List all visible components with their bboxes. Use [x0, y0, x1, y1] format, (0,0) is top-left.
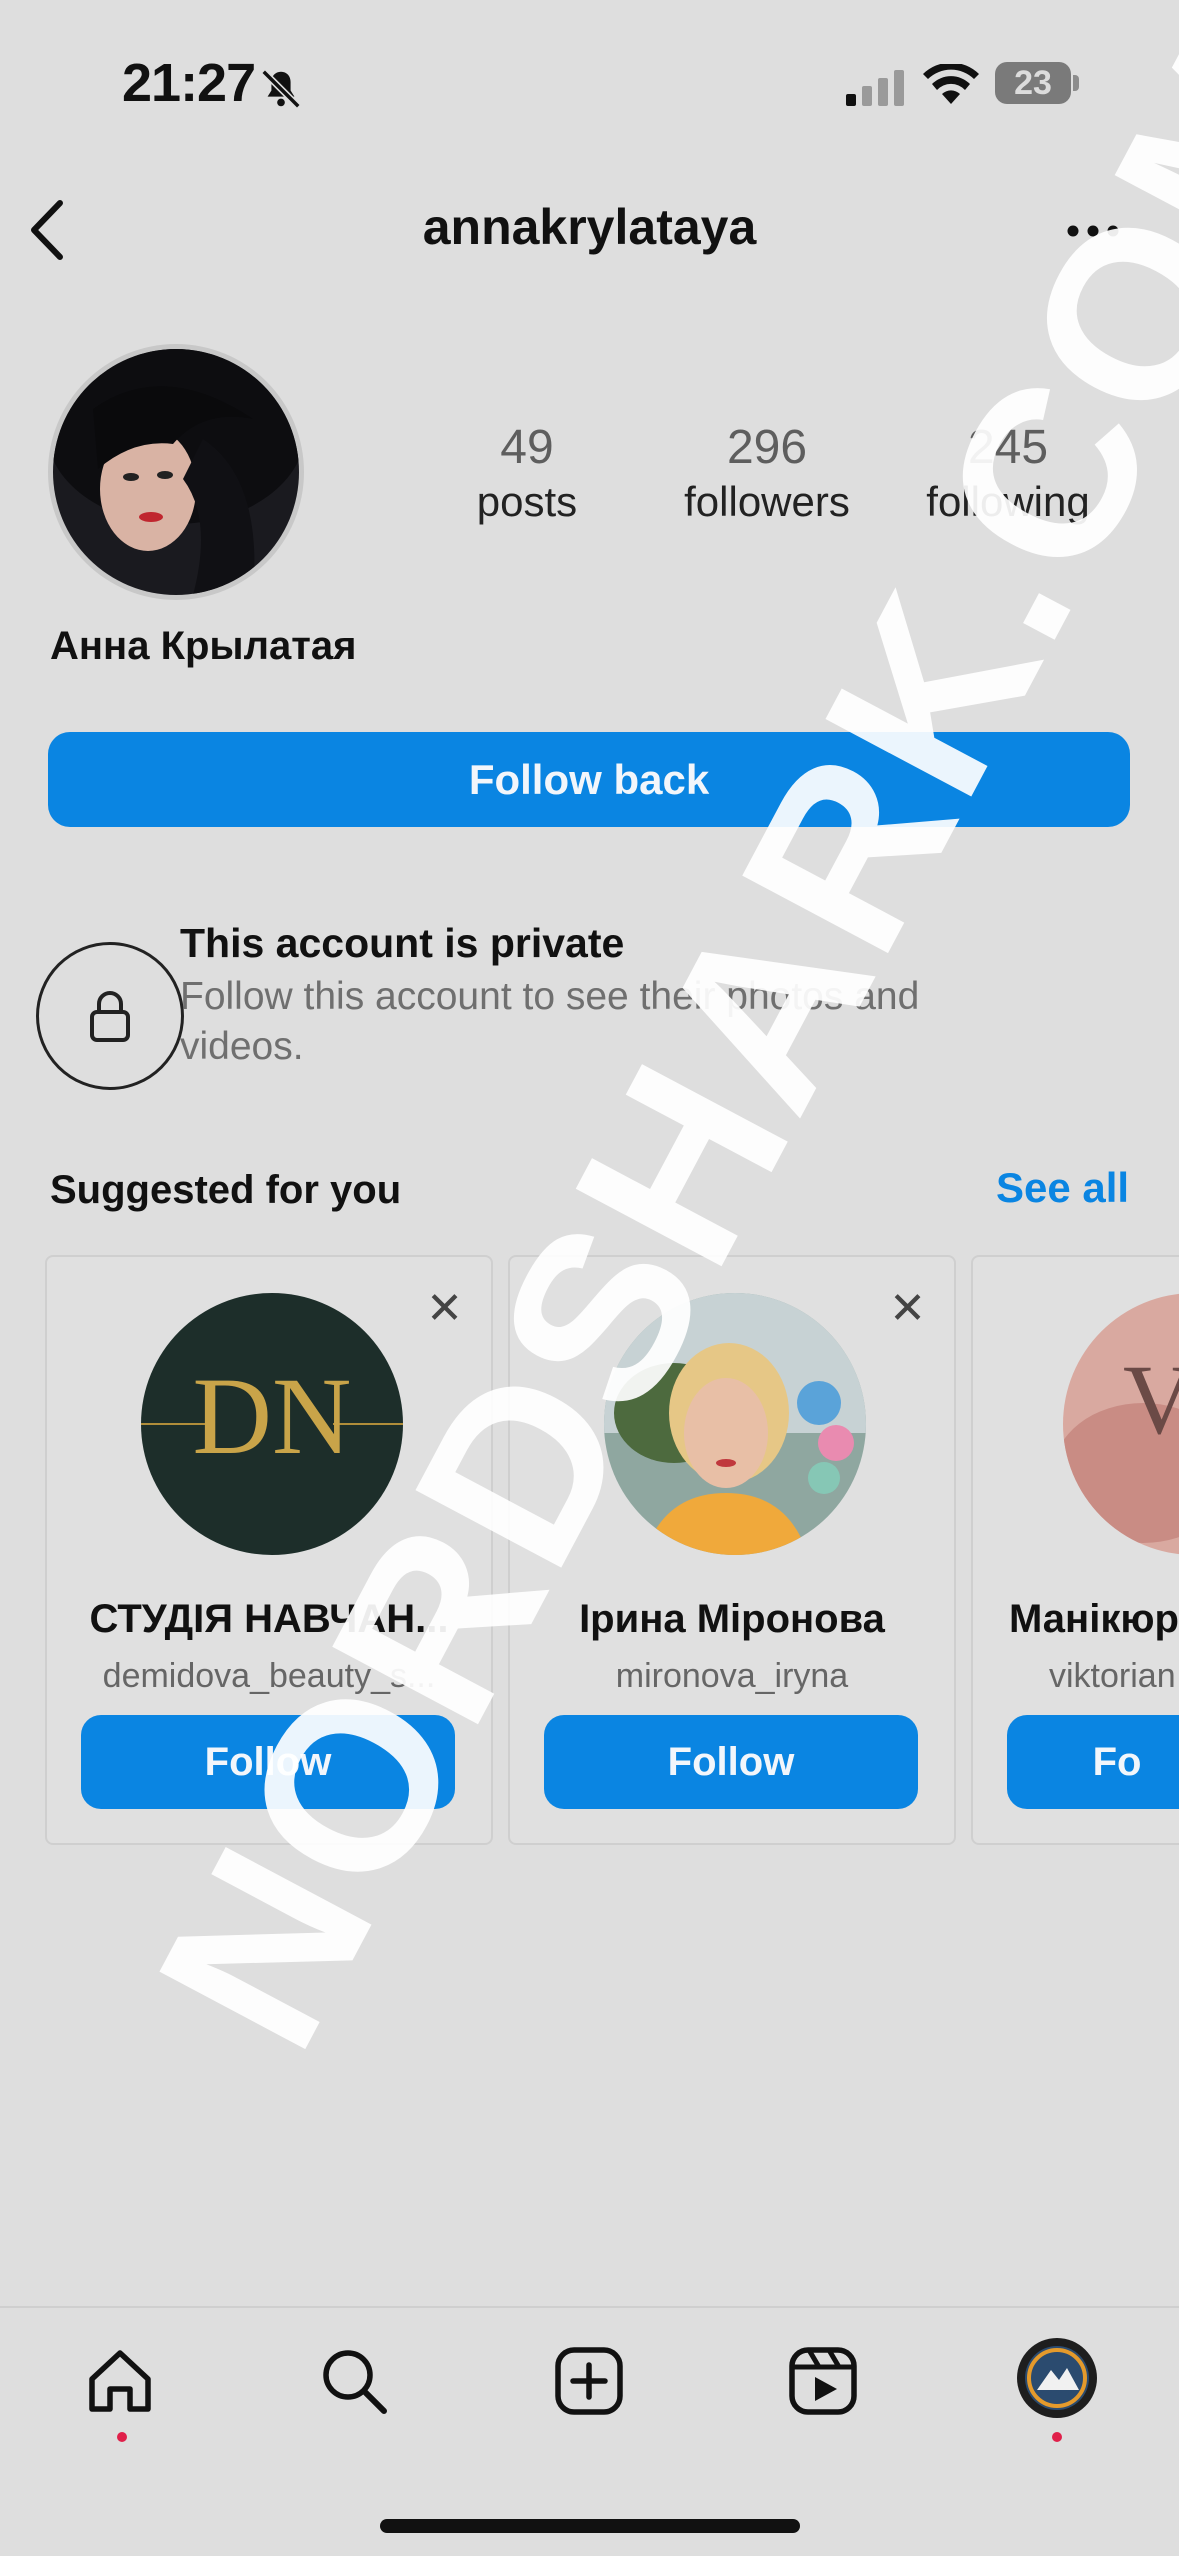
suggested-name: СТУДІЯ НАВЧАН...: [89, 1597, 449, 1641]
stat-followers-count: 296: [726, 421, 808, 474]
status-time: 21:27: [122, 53, 256, 113]
nav-divider: [0, 2306, 1179, 2308]
stat-posts-count: 49: [500, 421, 554, 474]
follow-back-button[interactable]: Follow back: [48, 732, 1130, 827]
profile-notification-dot: [1052, 2432, 1062, 2442]
home-indicator: [380, 2519, 800, 2533]
private-description: Follow this account to see their photos …: [180, 975, 920, 1068]
stat-followers-label: followers: [684, 478, 850, 525]
follow-button[interactable]: Follow: [544, 1715, 918, 1809]
stat-followers[interactable]: 296 followers: [647, 420, 887, 528]
create-post-icon[interactable]: [553, 2345, 625, 2422]
svg-text:V: V: [1123, 1344, 1179, 1455]
suggested-avatar[interactable]: [604, 1293, 866, 1555]
follow-button[interactable]: Follow: [81, 1715, 455, 1809]
private-title: This account is private: [180, 920, 625, 966]
profile-avatar[interactable]: [53, 349, 299, 595]
home-icon[interactable]: [84, 2345, 156, 2422]
suggested-card[interactable]: V Манікюр viktorian Fo: [971, 1255, 1179, 1845]
search-icon[interactable]: [318, 2345, 390, 2422]
suggested-card[interactable]: ✕ Ірина Міронова mironova_iryna Follow: [508, 1255, 956, 1845]
home-notification-dot: [117, 2432, 127, 2442]
see-all-link[interactable]: See all: [996, 1164, 1129, 1212]
stat-following-label: following: [926, 478, 1090, 525]
stat-posts-label: posts: [476, 478, 578, 525]
suggested-card[interactable]: ✕ DN СТУДІЯ НАВЧАН... demidova_beauty_s.…: [45, 1255, 493, 1845]
svg-text:DN: DN: [193, 1355, 352, 1477]
battery-indicator: 23: [995, 62, 1071, 104]
suggested-username: demidova_beauty_s...: [102, 1657, 436, 1695]
profile-username: annakrylataya: [422, 199, 757, 255]
wifi-icon: [922, 62, 980, 111]
suggested-avatar[interactable]: V: [1063, 1293, 1179, 1555]
suggested-name: Манікюр: [1009, 1597, 1179, 1641]
stat-posts[interactable]: 49 posts: [407, 420, 647, 528]
suggested-avatar[interactable]: DN: [141, 1293, 403, 1555]
profile-tab-avatar[interactable]: [1017, 2338, 1097, 2418]
dismiss-icon[interactable]: ✕: [426, 1287, 463, 1331]
suggested-title: Suggested for you: [50, 1168, 402, 1212]
display-name: Анна Крылатая: [50, 624, 357, 668]
bell-muted-icon: [258, 66, 304, 117]
follow-button[interactable]: Fo: [1007, 1715, 1179, 1809]
stat-following[interactable]: 245 following: [888, 420, 1128, 528]
suggested-name: Ірина Міронова: [579, 1597, 885, 1641]
more-options-icon[interactable]: [1066, 224, 1120, 243]
reels-icon[interactable]: [787, 2345, 859, 2422]
suggested-username: mironova_iryna: [615, 1657, 849, 1695]
lock-icon: [36, 942, 184, 1090]
battery-tip: [1073, 75, 1079, 91]
suggested-username: viktorian: [1049, 1657, 1176, 1695]
stat-following-count: 245: [967, 421, 1049, 474]
cellular-signal-icon: [846, 70, 906, 111]
dismiss-icon[interactable]: ✕: [889, 1287, 926, 1331]
